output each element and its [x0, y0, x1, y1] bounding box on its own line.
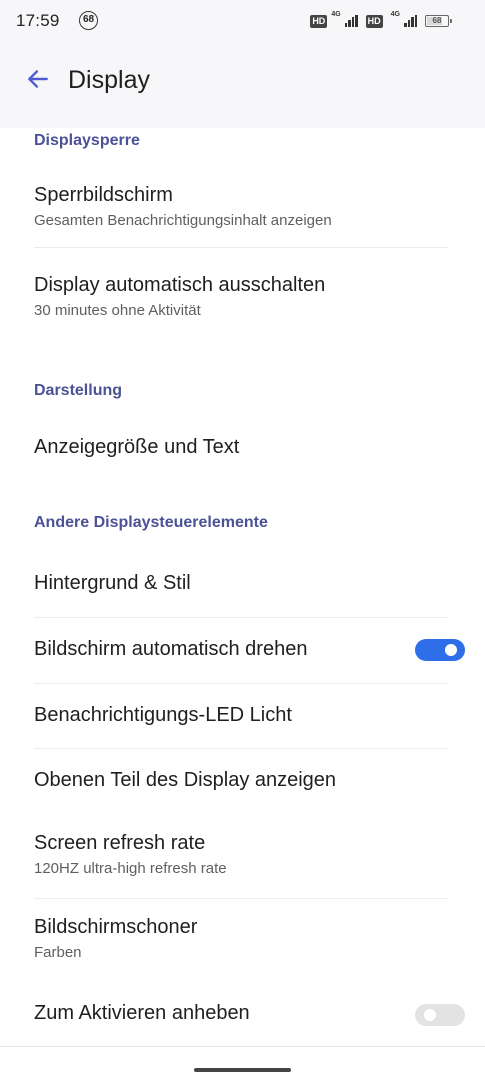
gesture-nav-handle[interactable]	[194, 1068, 291, 1072]
setting-title: Benachrichtigungs-LED Licht	[34, 704, 292, 726]
signal-strength-icon	[344, 15, 358, 27]
setting-subtitle: 30 minutes ohne Aktivität	[34, 302, 201, 319]
section-header-lock: Displaysperre	[34, 132, 140, 149]
section-header-other: Andere Displaysteuerelemente	[34, 514, 268, 531]
battery-level: 68	[432, 16, 442, 25]
divider	[34, 617, 449, 618]
battery-icon: 68	[425, 15, 452, 27]
network-type-icon: 4G	[331, 11, 341, 18]
setting-title: Bildschirm automatisch drehen	[34, 638, 308, 660]
auto-rotate-toggle[interactable]	[415, 639, 465, 661]
setting-screen-timeout[interactable]: Display automatisch ausschalten 30 minut…	[0, 264, 485, 338]
setting-subtitle: Gesamten Benachrichtigungsinhalt anzeige…	[34, 212, 332, 229]
hd-volte-icon-sim2: HD	[365, 14, 383, 28]
status-time: 17:59	[16, 11, 60, 30]
section-header-appearance: Darstellung	[34, 382, 123, 399]
status-icons: HD 4G HD 4G 68	[310, 11, 452, 30]
page-title: Display	[68, 66, 150, 94]
setting-refresh-rate[interactable]: Screen refresh rate 120HZ ultra-high ref…	[0, 822, 485, 896]
setting-title: Bildschirmschoner	[34, 916, 198, 938]
setting-auto-rotate[interactable]: Bildschirm automatisch drehen	[0, 624, 485, 680]
setting-show-top-display[interactable]: Obenen Teil des Display anzeigen	[0, 755, 485, 811]
setting-title: Screen refresh rate	[34, 832, 206, 854]
divider	[34, 898, 449, 899]
setting-title: Hintergrund & Stil	[34, 572, 191, 594]
setting-display-size[interactable]: Anzeigegröße und Text	[0, 424, 485, 476]
setting-notification-led[interactable]: Benachrichtigungs-LED Licht	[0, 690, 485, 746]
arrow-left-icon[interactable]	[25, 66, 51, 92]
notification-count-badge: 68	[79, 11, 98, 30]
setting-subtitle: 120HZ ultra-high refresh rate	[34, 860, 227, 877]
divider	[34, 683, 449, 684]
bottom-divider	[0, 1046, 485, 1047]
signal-strength-icon-sim2	[404, 15, 417, 27]
network-type-icon-sim2: 4G	[390, 11, 400, 18]
lift-to-wake-toggle[interactable]	[415, 1004, 465, 1026]
setting-title: Anzeigegröße und Text	[34, 436, 240, 458]
setting-screensaver[interactable]: Bildschirmschoner Farben	[0, 906, 485, 980]
divider	[34, 247, 449, 248]
divider	[34, 748, 449, 749]
status-bar: 17:59 68 HD 4G HD 4G 68	[0, 0, 485, 44]
setting-title: Display automatisch ausschalten	[34, 274, 326, 296]
setting-title: Zum Aktivieren anheben	[34, 1002, 250, 1024]
setting-lock-screen[interactable]: Sperrbildschirm Gesamten Benachrichtigun…	[0, 174, 485, 248]
setting-subtitle: Farben	[34, 944, 82, 961]
hd-volte-icon: HD	[310, 14, 328, 28]
setting-lift-to-wake[interactable]: Zum Aktivieren anheben	[0, 988, 485, 1044]
setting-title: Obenen Teil des Display anzeigen	[34, 769, 337, 791]
setting-title: Sperrbildschirm	[34, 184, 173, 206]
setting-wallpaper[interactable]: Hintergrund & Stil	[0, 558, 485, 614]
app-bar: Display	[0, 44, 485, 128]
